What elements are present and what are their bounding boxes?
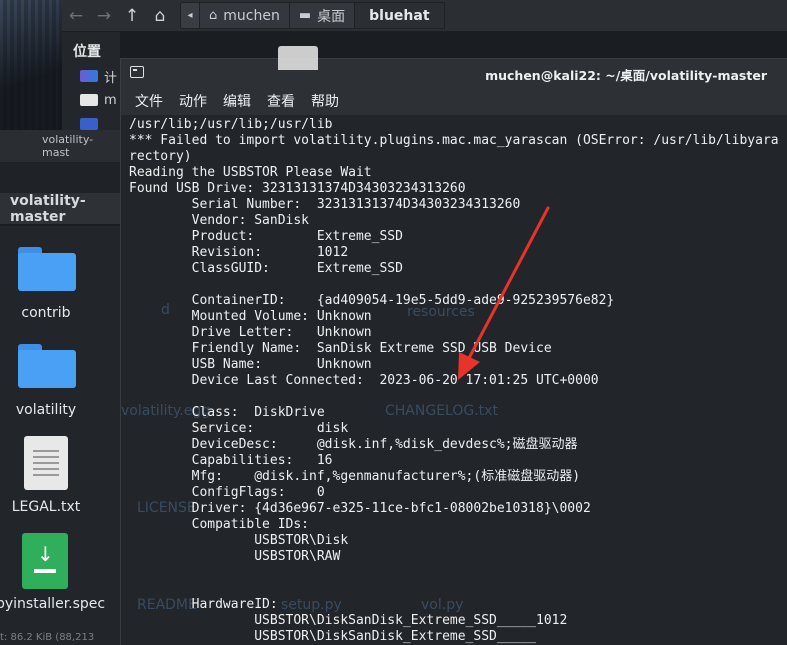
terminal-line: Mfg: @disk.inf,%genmanufacturer%;(标准磁盘驱动… bbox=[129, 469, 581, 484]
terminal-output[interactable]: /usr/lib;/usr/lib;/usr/lib *** Failed to … bbox=[129, 117, 787, 645]
terminal-icon bbox=[130, 66, 144, 78]
breadcrumb-desktop[interactable]: ▬ 桌面 bbox=[289, 2, 356, 29]
terminal-line: Device Last Connected: 2023-06-20 17:01:… bbox=[129, 373, 599, 388]
terminal-line: /usr/lib;/usr/lib;/usr/lib bbox=[129, 117, 333, 132]
terminal-line: USBSTOR\DiskSanDisk_Extreme_SSD_____1012 bbox=[129, 613, 568, 628]
folder-icon[interactable] bbox=[18, 247, 76, 291]
sidebar-item-label: 计 bbox=[104, 70, 118, 86]
terminal-menubar: 文件 动作 编辑 查看 帮助 bbox=[121, 87, 787, 115]
terminal-line: rectory) bbox=[129, 149, 192, 164]
terminal-line: Service: disk bbox=[129, 421, 349, 436]
home-icon[interactable]: ⌂ bbox=[146, 0, 174, 31]
desktop-wallpaper bbox=[0, 0, 62, 130]
terminal-line: Friendly Name: SanDisk Extreme SSD USB D… bbox=[129, 341, 552, 356]
folder-window-tab[interactable]: volatility-master bbox=[0, 193, 120, 225]
folder-icon[interactable] bbox=[18, 344, 76, 388]
terminal-line: DeviceDesc: @disk.inf,%disk_devdesc%;磁盘驱… bbox=[129, 437, 578, 452]
file-label-pyinstaller[interactable]: pyinstaller.spec bbox=[0, 596, 105, 612]
terminal-line: Class: DiskDrive bbox=[129, 405, 325, 420]
terminal-titlebar[interactable]: muchen@kali22: ~/桌面/volatility-master bbox=[121, 59, 787, 87]
menu-help[interactable]: 帮助 bbox=[311, 91, 339, 111]
terminal-line: USB Name: Unknown bbox=[129, 357, 372, 372]
terminal-line: Vendor: SanDisk bbox=[129, 213, 310, 228]
terminal-line: Revision: 1012 bbox=[129, 245, 349, 260]
menu-action[interactable]: 动作 bbox=[179, 91, 207, 111]
breadcrumb-home[interactable]: ⌂ muchen bbox=[200, 2, 290, 29]
terminal-line: Mounted Volume: Unknown bbox=[129, 309, 372, 324]
forward-arrow-icon[interactable]: → bbox=[90, 0, 118, 31]
folder-window-toolbar bbox=[0, 162, 120, 193]
file-label-volatility[interactable]: volatility bbox=[0, 402, 92, 418]
places-sidebar: 位置 计 m bbox=[62, 32, 120, 132]
terminal-window[interactable]: muchen@kali22: ~/桌面/volatility-master 文件… bbox=[120, 58, 787, 645]
terminal-line: Driver: {4d36e967-e325-11ce-bfc1-08002be… bbox=[129, 501, 591, 516]
sidebar-item-computer[interactable]: 计 bbox=[80, 66, 120, 86]
terminal-line: USBSTOR\DiskSanDisk_Extreme_SSD_____ bbox=[129, 629, 536, 644]
breadcrumb-label: muchen bbox=[223, 7, 280, 24]
desktop-icon bbox=[80, 118, 98, 130]
breadcrumb-label: bluehat bbox=[369, 7, 430, 24]
menu-view[interactable]: 查看 bbox=[267, 91, 295, 111]
terminal-line: Serial Number: 32313131374D3430323431326… bbox=[129, 197, 521, 212]
sidebar-item-home[interactable]: m bbox=[80, 90, 120, 110]
terminal-line: USBSTOR\RAW bbox=[129, 549, 341, 564]
terminal-line: USBSTOR\Disk bbox=[129, 533, 349, 548]
breadcrumb-label: 桌面 bbox=[317, 8, 346, 25]
menu-edit[interactable]: 编辑 bbox=[223, 91, 251, 111]
menu-file[interactable]: 文件 bbox=[135, 91, 163, 111]
text-file-icon[interactable] bbox=[24, 436, 68, 490]
terminal-line: Compatible IDs: bbox=[129, 517, 310, 532]
package-file-icon[interactable]: ↓ bbox=[22, 533, 68, 589]
terminal-title: muchen@kali22: ~/桌面/volatility-master bbox=[485, 68, 767, 83]
breadcrumb-current[interactable]: bluehat bbox=[355, 2, 445, 29]
home-folder-icon bbox=[80, 94, 98, 106]
up-arrow-icon[interactable]: ↑ bbox=[118, 0, 146, 31]
file-manager-toolbar: ← → ↑ ⌂ ◂ ⌂ muchen ▬ 桌面 bluehat bbox=[62, 0, 787, 32]
file-icon[interactable] bbox=[278, 46, 318, 70]
terminal-line: Drive Letter: Unknown bbox=[129, 325, 372, 340]
terminal-line: ContainerID: {ad409054-19e5-5dd9-ade9-92… bbox=[129, 293, 615, 308]
desktop-icon: ▬ bbox=[298, 8, 312, 23]
terminal-line: Product: Extreme_SSD bbox=[129, 229, 403, 244]
folder-window-titlebar: volatility-mast bbox=[0, 130, 120, 162]
back-arrow-icon[interactable]: ← bbox=[62, 0, 90, 31]
terminal-line: *** Failed to import volatility.plugins.… bbox=[129, 133, 779, 148]
file-label-contrib[interactable]: contrib bbox=[0, 305, 92, 321]
status-text: t: 86.2 KiB (88,213 bbox=[0, 632, 95, 643]
terminal-line: Capabilities: 16 bbox=[129, 453, 333, 468]
terminal-line: Found USB Drive: 32313131374D34303234313… bbox=[129, 181, 466, 196]
terminal-line: ClassGUID: Extreme_SSD bbox=[129, 261, 403, 276]
sidebar-title: 位置 bbox=[73, 44, 101, 60]
terminal-line: Reading the USBSTOR Please Wait bbox=[129, 165, 372, 180]
breadcrumb: ◂ ⌂ muchen ▬ 桌面 bluehat bbox=[180, 2, 445, 29]
terminal-line: ConfigFlags: 0 bbox=[129, 485, 325, 500]
file-label-legal[interactable]: LEGAL.txt bbox=[0, 499, 92, 515]
home-icon: ⌂ bbox=[209, 8, 218, 23]
breadcrumb-left-icon[interactable]: ◂ bbox=[180, 2, 200, 29]
computer-icon bbox=[80, 70, 98, 82]
terminal-line: HardwareID: bbox=[129, 597, 278, 612]
sidebar-item-label: m bbox=[104, 92, 117, 108]
